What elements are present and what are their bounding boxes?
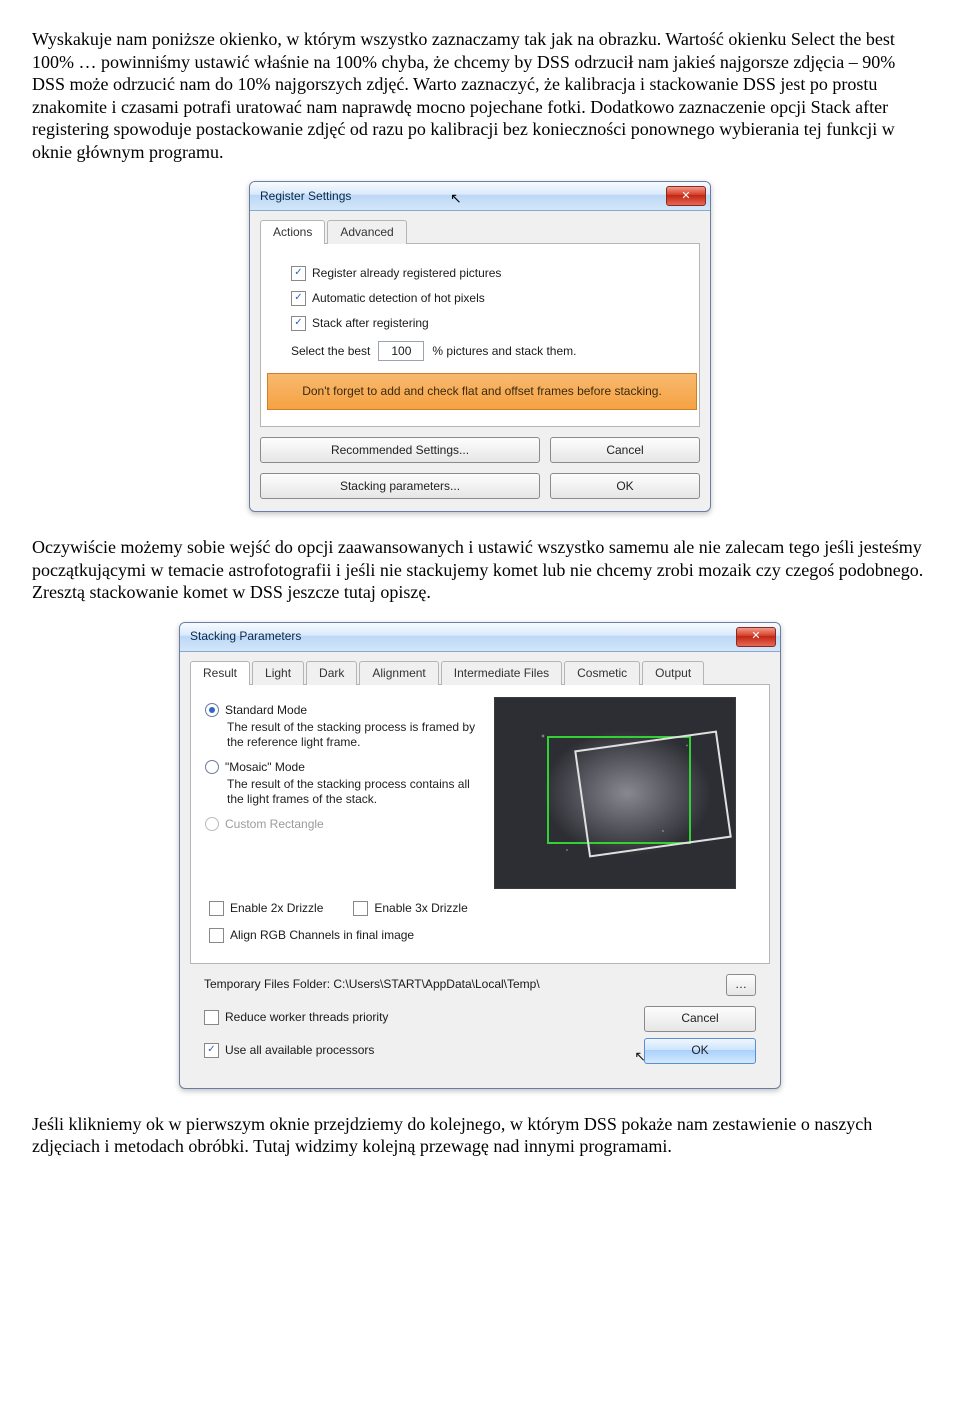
figure-stacking-parameters: Stacking Parameters ✕ Result Light Dark … <box>32 622 928 1089</box>
titlebar: Stacking Parameters ✕ <box>180 623 780 652</box>
cancel-button[interactable]: Cancel <box>644 1006 756 1032</box>
label-standard-mode: Standard Mode <box>225 703 307 718</box>
close-button[interactable]: ✕ <box>666 186 706 206</box>
register-settings-dialog: Register Settings ↖ ✕ Actions Advanced ✓… <box>249 181 711 512</box>
preview-thumbnail <box>494 697 736 889</box>
figure-register-settings: Register Settings ↖ ✕ Actions Advanced ✓… <box>32 181 928 512</box>
browse-button[interactable]: … <box>726 974 756 996</box>
label-hot-pixels: Automatic detection of hot pixels <box>312 291 485 306</box>
checkbox-register-already[interactable]: ✓ <box>291 266 306 281</box>
tab-dark[interactable]: Dark <box>306 661 357 685</box>
dialog-title: Register Settings <box>260 189 351 204</box>
stacking-parameters-button[interactable]: Stacking parameters... <box>260 473 540 499</box>
cursor-icon: ↖ <box>634 1048 646 1066</box>
tab-light[interactable]: Light <box>252 661 304 685</box>
ok-button[interactable]: OK <box>644 1038 756 1064</box>
checkbox-hot-pixels[interactable]: ✓ <box>291 291 306 306</box>
checkbox-drizzle-2x[interactable] <box>209 901 224 916</box>
input-select-best[interactable]: 100 <box>378 341 424 361</box>
label-drizzle-2x: Enable 2x Drizzle <box>230 901 323 916</box>
tab-alignment[interactable]: Alignment <box>359 661 438 685</box>
tab-output[interactable]: Output <box>642 661 704 685</box>
frame-light-icon <box>574 730 732 857</box>
tab-cosmetic[interactable]: Cosmetic <box>564 661 640 685</box>
cancel-button[interactable]: Cancel <box>550 437 700 463</box>
checkbox-reduce-priority[interactable] <box>204 1010 219 1025</box>
radio-mosaic-mode[interactable] <box>205 760 219 774</box>
label-register-already: Register already registered pictures <box>312 266 501 281</box>
checkbox-align-rgb[interactable] <box>209 928 224 943</box>
label-use-all-processors: Use all available processors <box>225 1043 374 1058</box>
tab-actions[interactable]: Actions <box>260 220 325 244</box>
close-button[interactable]: ✕ <box>736 627 776 647</box>
radio-custom-rectangle <box>205 817 219 831</box>
close-icon: ✕ <box>751 631 760 642</box>
ok-button[interactable]: OK <box>550 473 700 499</box>
paragraph-2: Oczywiście możemy sobie wejść do opcji z… <box>32 536 928 604</box>
titlebar: Register Settings ↖ ✕ <box>250 182 710 211</box>
label-stack-after: Stack after registering <box>312 316 429 331</box>
dialog-title: Stacking Parameters <box>190 629 301 644</box>
tab-result[interactable]: Result <box>190 661 250 685</box>
label-select-best-b: % pictures and stack them. <box>432 344 576 359</box>
label-reduce-priority: Reduce worker threads priority <box>225 1010 388 1025</box>
desc-standard-mode: The result of the stacking process is fr… <box>227 720 480 750</box>
ellipsis-icon: … <box>735 977 747 992</box>
tab-intermediate-files[interactable]: Intermediate Files <box>441 661 562 685</box>
label-drizzle-3x: Enable 3x Drizzle <box>374 901 467 916</box>
cursor-icon: ↖ <box>450 190 462 208</box>
desc-mosaic-mode: The result of the stacking process conta… <box>227 777 480 807</box>
tab-advanced[interactable]: Advanced <box>327 220 406 244</box>
label-select-best-a: Select the best <box>291 344 370 359</box>
checkbox-use-all-processors[interactable]: ✓ <box>204 1043 219 1058</box>
label-temp-folder: Temporary Files Folder: C:\Users\START\A… <box>204 977 540 992</box>
label-custom-rectangle: Custom Rectangle <box>225 817 324 832</box>
warning-box: Don't forget to add and check flat and o… <box>267 373 697 410</box>
stacking-parameters-dialog: Stacking Parameters ✕ Result Light Dark … <box>179 622 781 1089</box>
close-icon: ✕ <box>681 191 690 202</box>
checkbox-stack-after[interactable]: ✓ <box>291 316 306 331</box>
paragraph-1: Wyskakuje nam poniższe okienko, w którym… <box>32 28 928 163</box>
radio-standard-mode[interactable] <box>205 703 219 717</box>
checkbox-drizzle-3x[interactable] <box>353 901 368 916</box>
recommended-settings-button[interactable]: Recommended Settings... <box>260 437 540 463</box>
label-align-rgb: Align RGB Channels in final image <box>230 928 414 943</box>
paragraph-3: Jeśli klikniemy ok w pierwszym oknie prz… <box>32 1113 928 1158</box>
label-mosaic-mode: "Mosaic" Mode <box>225 760 305 775</box>
